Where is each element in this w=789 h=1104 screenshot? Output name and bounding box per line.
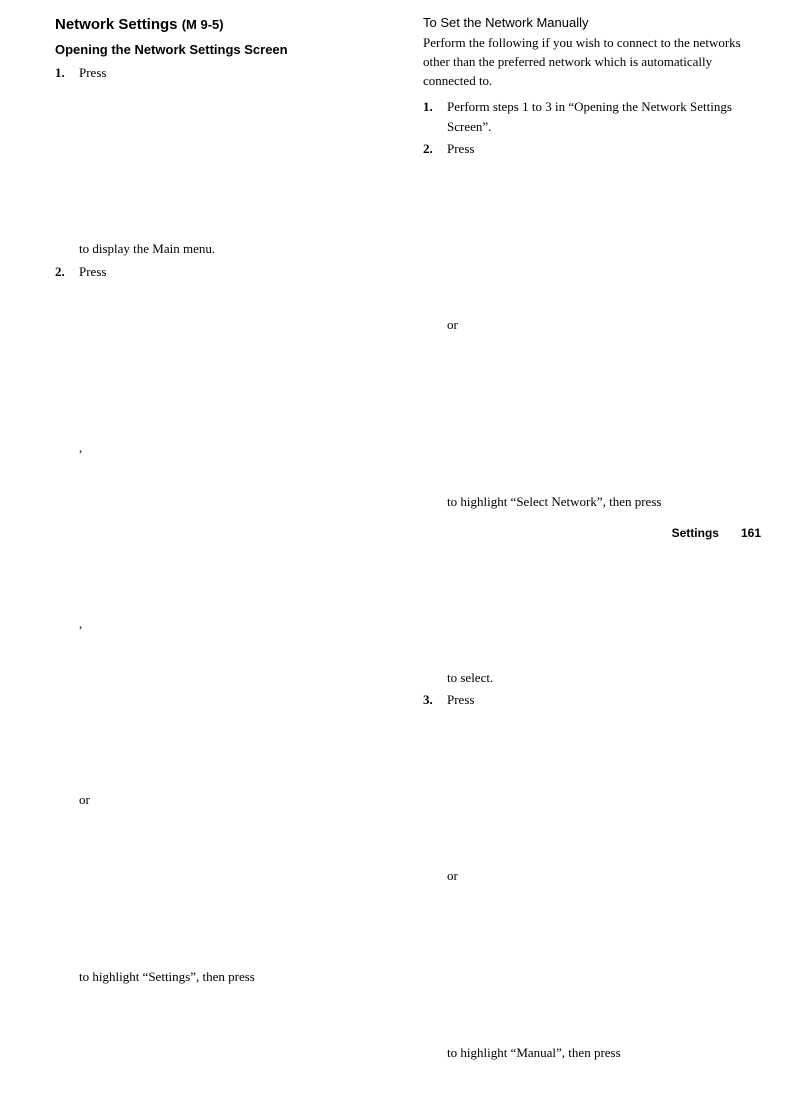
section-title: Network Settings (M 9-5) [55,14,395,35]
“up-button-icon” [79,420,395,435]
title-text: Network Settings [55,16,182,33]
“center-button-icon” [447,650,761,665]
page-footer: Settings 161 [672,525,761,542]
“right-button-icon” [79,949,395,964]
“down-button-icon” [447,1024,761,1039]
title-reference: (M 9-5) [182,17,224,32]
step-item: Perform steps 1 to 3 in “Opening the Net… [423,97,761,137]
“up-button-icon” [447,848,761,863]
“down-button-icon” [79,596,395,611]
manual-steps-list: Perform steps 1 to 3 in “Opening the Net… [423,97,761,1104]
step-item: Press to display the Main menu. [55,63,395,259]
step-item: Press , , or to highlight “Settings”, th… [55,262,395,1104]
footer-page-number: 161 [741,525,761,542]
manual-heading: To Set the Network Manually [423,14,761,32]
“center-button-icon” [79,221,395,236]
footer-label: Settings [672,525,719,542]
manual-intro: Perform the following if you wish to con… [423,34,761,91]
“up-button-icon” [447,297,761,312]
left-column: Network Settings (M 9-5) Opening the Net… [55,14,395,1104]
opening-steps-list: Press to display the Main menu.Press , ,… [55,63,395,1104]
“down-button-icon” [447,473,761,488]
right-column: To Set the Network Manually Perform the … [423,14,761,1104]
step-item: Press or to highlight “Manual”, then pre… [423,690,761,1104]
“left-button-icon” [79,772,395,787]
step-item: Press or to highlight “Select Network”, … [423,139,761,688]
opening-heading: Opening the Network Settings Screen [55,41,395,59]
